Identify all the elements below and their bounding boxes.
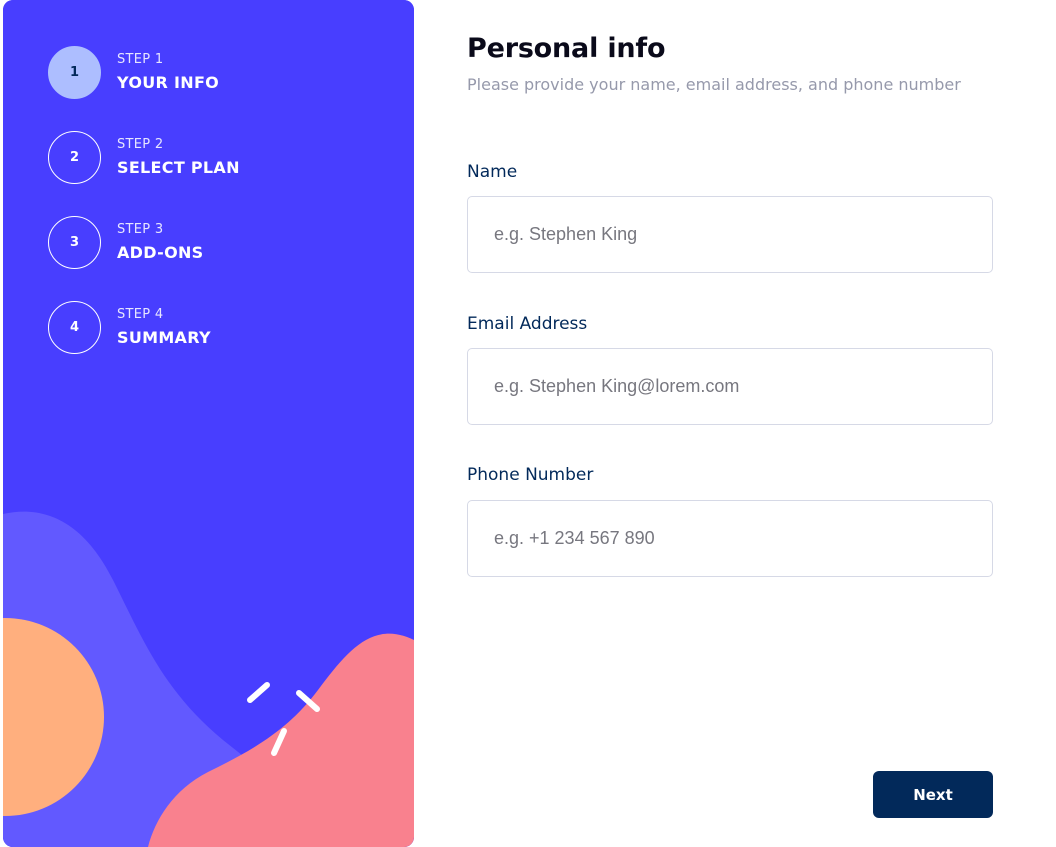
personal-info-form: Personal info Please provide your name, …: [467, 0, 993, 847]
step-text: STEP 4 SUMMARY: [117, 306, 211, 349]
step-text: STEP 2 SELECT PLAN: [117, 136, 240, 179]
phone-label: Phone Number: [467, 465, 594, 485]
step-number-badge: 3: [48, 216, 101, 269]
step-title: SELECT PLAN: [117, 158, 240, 177]
step-title: SUMMARY: [117, 328, 211, 347]
step-number-badge: 1: [48, 46, 101, 99]
step-title: YOUR INFO: [117, 73, 220, 92]
email-label: Email Address: [467, 314, 588, 334]
step-number-badge: 4: [48, 301, 101, 354]
page-title: Personal info: [467, 33, 666, 64]
step-item-add-ons[interactable]: 3 STEP 3 ADD-ONS: [48, 215, 240, 270]
step-label: STEP 3: [117, 222, 164, 237]
phone-input[interactable]: [467, 500, 993, 577]
multi-step-form: 1 STEP 1 YOUR INFO 2 STEP 2 SELECT PLAN …: [0, 0, 1056, 847]
email-input[interactable]: [467, 348, 993, 425]
step-text: STEP 3 ADD-ONS: [117, 221, 204, 264]
step-list: 1 STEP 1 YOUR INFO 2 STEP 2 SELECT PLAN …: [48, 45, 240, 385]
step-item-your-info[interactable]: 1 STEP 1 YOUR INFO: [48, 45, 240, 100]
step-label: STEP 2: [117, 137, 164, 152]
step-label: STEP 1: [117, 52, 164, 67]
step-item-summary[interactable]: 4 STEP 4 SUMMARY: [48, 300, 240, 355]
step-title: ADD-ONS: [117, 243, 204, 262]
name-label: Name: [467, 162, 518, 182]
next-button[interactable]: Next: [873, 771, 993, 818]
step-text: STEP 1 YOUR INFO: [117, 51, 219, 94]
step-item-select-plan[interactable]: 2 STEP 2 SELECT PLAN: [48, 130, 240, 185]
step-number-badge: 2: [48, 131, 101, 184]
page-subtitle: Please provide your name, email address,…: [467, 75, 961, 94]
sidebar: 1 STEP 1 YOUR INFO 2 STEP 2 SELECT PLAN …: [3, 0, 414, 847]
step-label: STEP 4: [117, 307, 164, 322]
name-input[interactable]: [467, 196, 993, 273]
